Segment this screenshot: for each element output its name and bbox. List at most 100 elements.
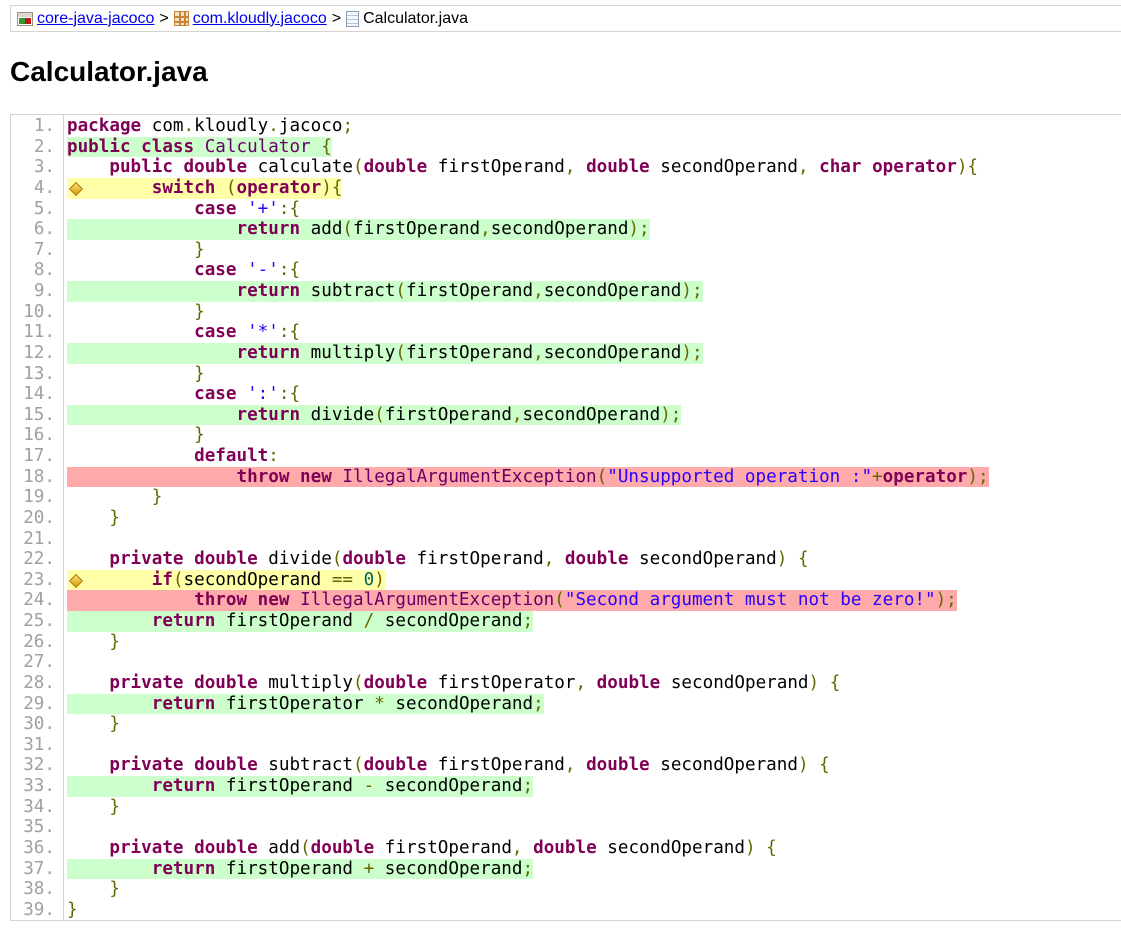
source-line: 30. } bbox=[11, 714, 1121, 735]
source-code-view: 1. package com.kloudly.jacoco; 2. public cl… bbox=[10, 114, 1121, 921]
code-token: , bbox=[564, 755, 576, 776]
code-token: firstOperator bbox=[427, 672, 576, 693]
code-token: ( bbox=[225, 177, 237, 198]
code-token: divide bbox=[257, 549, 332, 570]
code-token: return bbox=[151, 858, 216, 879]
source-line: 32. private double subtract(double first… bbox=[11, 755, 1121, 776]
covered-code: return firstOperand + secondOperand; bbox=[67, 858, 534, 880]
source-line: 7. } bbox=[11, 240, 1121, 261]
line-number: 37. bbox=[23, 858, 55, 879]
breadcrumb-link-report[interactable]: core-java-jacoco bbox=[37, 10, 154, 28]
covered-code: public class Calculator { bbox=[67, 136, 332, 158]
code-token: { bbox=[321, 136, 332, 157]
code-token: secondOperand bbox=[183, 569, 332, 590]
code-token: :{ bbox=[278, 198, 301, 219]
code: case '+':{ bbox=[67, 199, 300, 220]
code-token: public bbox=[67, 136, 131, 157]
code-token: secondOperand bbox=[384, 693, 534, 714]
line-number: 38. bbox=[23, 879, 55, 900]
line-number: 24. bbox=[23, 590, 55, 611]
code-token: ; bbox=[522, 776, 534, 796]
code-token: . bbox=[183, 116, 195, 136]
breadcrumb-link-package[interactable]: com.kloudly.jacoco bbox=[193, 10, 327, 28]
code-token: firstOperand bbox=[405, 342, 534, 363]
code-token: , bbox=[480, 219, 491, 240]
code: } bbox=[67, 364, 205, 385]
code-token: new bbox=[300, 466, 332, 487]
code-token: secondOperand bbox=[374, 776, 523, 796]
breadcrumb-separator: > bbox=[159, 9, 169, 27]
code-token: secondOperand bbox=[374, 858, 523, 879]
source-line: 31. bbox=[11, 735, 1121, 756]
source-line: 29. return firstOperator * secondOperand… bbox=[11, 693, 1121, 715]
code-token: class bbox=[141, 136, 195, 157]
code-token: firstOperator bbox=[215, 693, 375, 714]
code-token: double bbox=[564, 549, 629, 570]
line-number: 18. bbox=[23, 466, 55, 487]
code: default: bbox=[67, 446, 279, 467]
code-token: } bbox=[194, 301, 205, 322]
line-number: 26. bbox=[23, 631, 55, 652]
page-title: Calculator.java bbox=[10, 56, 208, 87]
code-token: , bbox=[543, 549, 555, 570]
line-number: 22. bbox=[23, 549, 55, 570]
code-token: firstOperand bbox=[384, 404, 512, 425]
code-token: , bbox=[511, 837, 523, 858]
source-line: 11. case '*':{ bbox=[11, 322, 1121, 343]
line-number: 27. bbox=[23, 652, 55, 673]
line-number: 9. bbox=[33, 281, 55, 301]
code: } bbox=[67, 487, 163, 508]
covered-code: return add(firstOperand,secondOperand); bbox=[67, 219, 650, 240]
code-token: :{ bbox=[278, 322, 301, 343]
code-token: :{ bbox=[278, 260, 301, 281]
code-token: } bbox=[194, 363, 205, 384]
code: } bbox=[67, 302, 205, 323]
code-token: , bbox=[533, 281, 544, 301]
code-token: return bbox=[151, 611, 216, 631]
breadcrumb-separator: > bbox=[331, 9, 342, 27]
code-token: , bbox=[511, 404, 523, 425]
code: private double divide(double firstOperan… bbox=[67, 549, 808, 570]
code-token: ( bbox=[342, 219, 354, 240]
code-token: secondOperand bbox=[522, 404, 661, 425]
source-line: 8. case '-':{ bbox=[11, 260, 1121, 281]
code-token: case bbox=[194, 384, 237, 405]
report-icon bbox=[17, 11, 33, 26]
code-token: kloudly bbox=[194, 116, 269, 136]
source-line: 18. throw new IllegalArgumentException("… bbox=[11, 466, 1121, 488]
code-token: } bbox=[109, 507, 120, 528]
code-token: private bbox=[109, 549, 184, 570]
code-token: } bbox=[109, 879, 120, 900]
line-number: 20. bbox=[23, 507, 55, 528]
covered-code: return firstOperand / secondOperand; bbox=[67, 611, 534, 632]
source-line: 36. private double add(double firstOpera… bbox=[11, 838, 1121, 859]
covered-code: return firstOperand - secondOperand; bbox=[67, 776, 534, 797]
code-token: } bbox=[194, 239, 205, 260]
source-line: 25. return firstOperand / secondOperand; bbox=[11, 611, 1121, 632]
code-token: multiply bbox=[300, 342, 396, 363]
code-token: add bbox=[300, 219, 343, 240]
code-token: ( bbox=[353, 755, 364, 776]
code-token: - bbox=[363, 776, 375, 796]
code: } bbox=[67, 632, 120, 653]
code-token: secondOperand bbox=[596, 837, 745, 858]
code: private double subtract(double firstOper… bbox=[67, 755, 829, 776]
code-token: ( bbox=[331, 549, 343, 570]
code-token: ) bbox=[744, 837, 756, 858]
code-token: + bbox=[363, 858, 375, 879]
code-token: ; bbox=[533, 693, 544, 714]
